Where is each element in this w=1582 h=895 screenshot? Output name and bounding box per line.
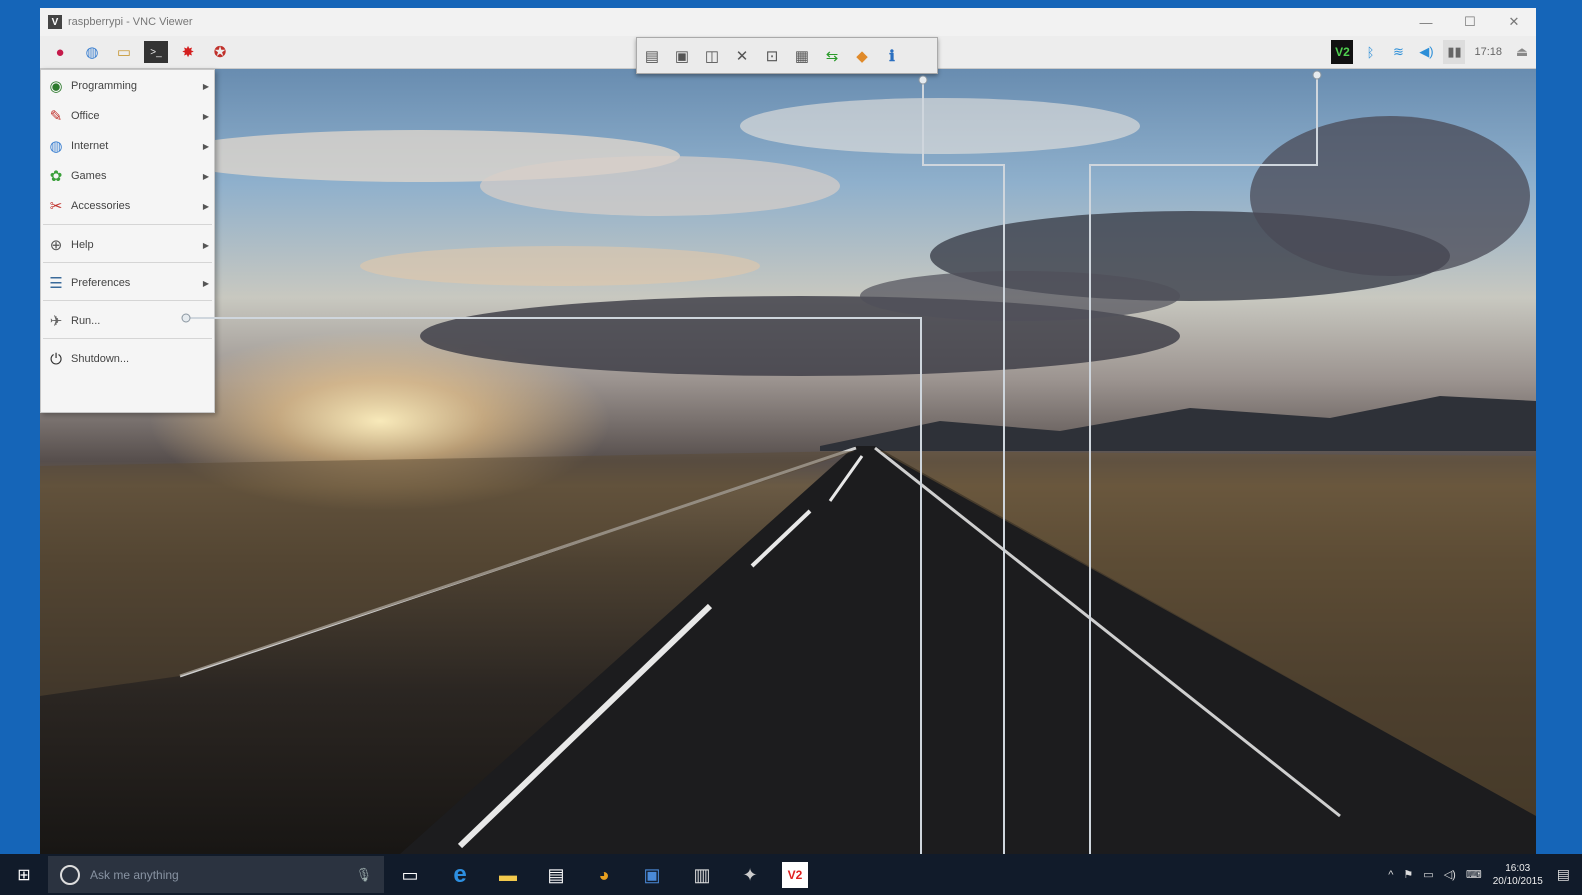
internet-icon: ◍	[49, 138, 63, 155]
menu-item-run[interactable]: ✈ Run...	[41, 307, 214, 335]
menu-item-label: Internet	[71, 140, 109, 152]
office-icon: ✎	[49, 108, 63, 125]
edge-icon[interactable]: e	[444, 859, 476, 891]
settings-app-icon[interactable]: ✦	[734, 859, 766, 891]
programming-icon: ◉	[49, 78, 63, 95]
system-tray: ^ ⚑ ▭ ◁) ⌨ 16:03 20/10/2015 ▤	[1383, 854, 1582, 895]
menu-item-programming[interactable]: ◉ Programming ▶	[41, 72, 214, 100]
battery-icon[interactable]: ▭	[1423, 868, 1433, 881]
menu-separator	[43, 300, 212, 301]
chrome-icon[interactable]: ◕	[588, 859, 620, 891]
screens-icon[interactable]: ◫	[699, 43, 725, 69]
zoom-icon[interactable]: ⊡	[759, 43, 785, 69]
microphone-icon[interactable]: 🎙	[355, 867, 372, 883]
terminal-icon[interactable]: >_	[144, 41, 168, 63]
menu-item-shutdown[interactable]: ⏻ Shutdown...	[41, 345, 214, 373]
menu-item-office[interactable]: ✎ Office ▶	[41, 102, 214, 130]
menu-item-label: Office	[71, 110, 100, 122]
submenu-arrow-icon: ▶	[202, 81, 209, 91]
globe-icon[interactable]: ◍	[80, 41, 104, 63]
eject-icon[interactable]: ⏏	[1511, 40, 1533, 64]
submenu-arrow-icon: ▶	[202, 141, 209, 151]
panel-clock[interactable]: 17:18	[1474, 46, 1502, 58]
submenu-arrow-icon: ▶	[202, 240, 209, 250]
menu-item-games[interactable]: ✿ Games ▶	[41, 162, 214, 190]
bluetooth-icon[interactable]: ᛒ	[1359, 40, 1381, 64]
store-icon[interactable]: ▤	[540, 859, 572, 891]
menu-item-help[interactable]: ⊕ Help ▶	[41, 231, 214, 259]
speaker-icon[interactable]: ◁)	[1444, 868, 1456, 881]
help-icon: ⊕	[49, 237, 63, 254]
file-explorer-icon[interactable]: ▬	[492, 859, 524, 891]
menu-item-accessories[interactable]: ✂ Accessories ▶	[41, 192, 214, 220]
raspberry-menu-icon[interactable]: ●	[48, 41, 72, 63]
search-placeholder: Ask me anything	[90, 867, 179, 882]
clock-time: 16:03	[1505, 862, 1531, 874]
close-button[interactable]: ✕	[1492, 8, 1536, 36]
menu-separator	[43, 224, 212, 225]
menu-item-label: Shutdown...	[71, 353, 130, 365]
action-center-icon[interactable]: ▤	[1557, 866, 1570, 883]
vnc-logo-icon: V	[48, 15, 62, 29]
document-icon[interactable]: ▥	[686, 859, 718, 891]
menu-item-label: Help	[71, 239, 94, 251]
vnc-toolbar: ▤ ▣ ◫ ✕ ⊡ ▦ ⇆ ◆ ℹ	[636, 37, 938, 74]
wifi-icon[interactable]: ≋	[1387, 40, 1409, 64]
remote-desktop-icon[interactable]: ▣	[636, 859, 668, 891]
window-title: raspberrypi - VNC Viewer	[68, 16, 193, 28]
menu-item-label: Games	[71, 170, 107, 182]
display-icon[interactable]: ▤	[639, 43, 665, 69]
save-icon[interactable]: ▣	[669, 43, 695, 69]
applications-menu: ◉ Programming ▶ ✎ Office ▶ ◍ Internet ▶ …	[40, 69, 215, 413]
vnc-viewer-icon[interactable]: V2	[782, 862, 808, 888]
cortana-icon	[60, 864, 80, 885]
vnc-viewer-window: V raspberrypi - VNC Viewer — ☐ ✕ ● ◍ ▭ >…	[40, 8, 1536, 854]
window-titlebar[interactable]: V raspberrypi - VNC Viewer — ☐ ✕	[40, 8, 1536, 36]
transfer-icon[interactable]: ⇆	[819, 43, 845, 69]
menu-separator	[43, 262, 212, 263]
show-hidden-icon[interactable]: ^	[1388, 869, 1393, 881]
accessories-icon: ✂	[49, 198, 63, 215]
wallpaper-road-landscape	[40, 98, 1536, 854]
menu-item-preferences[interactable]: ☰ Preferences ▶	[41, 269, 214, 297]
task-view-icon[interactable]: ▭	[394, 859, 426, 891]
windows-taskbar: ⊞ Ask me anything 🎙 ▭ e ▬ ▤ ◕ ▣ ▥ ✦ V2 ^…	[0, 854, 1582, 895]
vnc-server-tray-icon[interactable]: V2	[1331, 40, 1354, 64]
submenu-arrow-icon: ▶	[202, 111, 209, 121]
cpu-monitor-icon: ▮▮	[1443, 40, 1466, 64]
menu-separator	[43, 338, 212, 339]
remote-desktop[interactable]: ● ◍ ▭ >_ ✸ ✪ V2 ᛒ ≋ ◀) ▮▮ 17:18 ⏏ ◉ Prog…	[40, 36, 1536, 854]
clock-date: 20/10/2015	[1492, 875, 1543, 887]
games-icon: ✿	[49, 168, 63, 185]
keyboard-icon[interactable]: ⌨	[1466, 868, 1482, 881]
wolfram-icon[interactable]: ✪	[208, 41, 232, 63]
panel-tray: V2 ᛒ ≋ ◀) ▮▮ 17:18 ⏏	[1328, 36, 1536, 68]
folder-icon[interactable]: ▭	[112, 41, 136, 63]
submenu-arrow-icon: ▶	[202, 171, 209, 181]
math-icon[interactable]: ✸	[176, 41, 200, 63]
run-icon: ✈	[49, 313, 63, 330]
maximize-button[interactable]: ☐	[1448, 8, 1492, 36]
chat-icon[interactable]: ◆	[849, 43, 875, 69]
volume-icon[interactable]: ◀)	[1415, 40, 1437, 64]
info-icon[interactable]: ℹ	[879, 43, 905, 69]
windows-start-icon[interactable]: ⊞	[0, 854, 48, 895]
network-icon[interactable]: ⚑	[1403, 868, 1413, 881]
search-box[interactable]: Ask me anything 🎙	[48, 856, 384, 893]
options-icon[interactable]: ▦	[789, 43, 815, 69]
submenu-arrow-icon: ▶	[202, 201, 209, 211]
menu-item-internet[interactable]: ◍ Internet ▶	[41, 132, 214, 160]
tools-icon[interactable]: ✕	[729, 43, 755, 69]
system-clock[interactable]: 16:03 20/10/2015	[1493, 862, 1543, 888]
minimize-button[interactable]: —	[1404, 8, 1448, 36]
menu-item-label: Run...	[71, 315, 101, 327]
preferences-icon: ☰	[49, 275, 63, 292]
menu-item-label: Accessories	[71, 200, 131, 212]
menu-item-label: Preferences	[71, 277, 131, 289]
menu-item-label: Programming	[71, 80, 138, 92]
shutdown-icon: ⏻	[50, 350, 62, 368]
submenu-arrow-icon: ▶	[202, 278, 209, 288]
